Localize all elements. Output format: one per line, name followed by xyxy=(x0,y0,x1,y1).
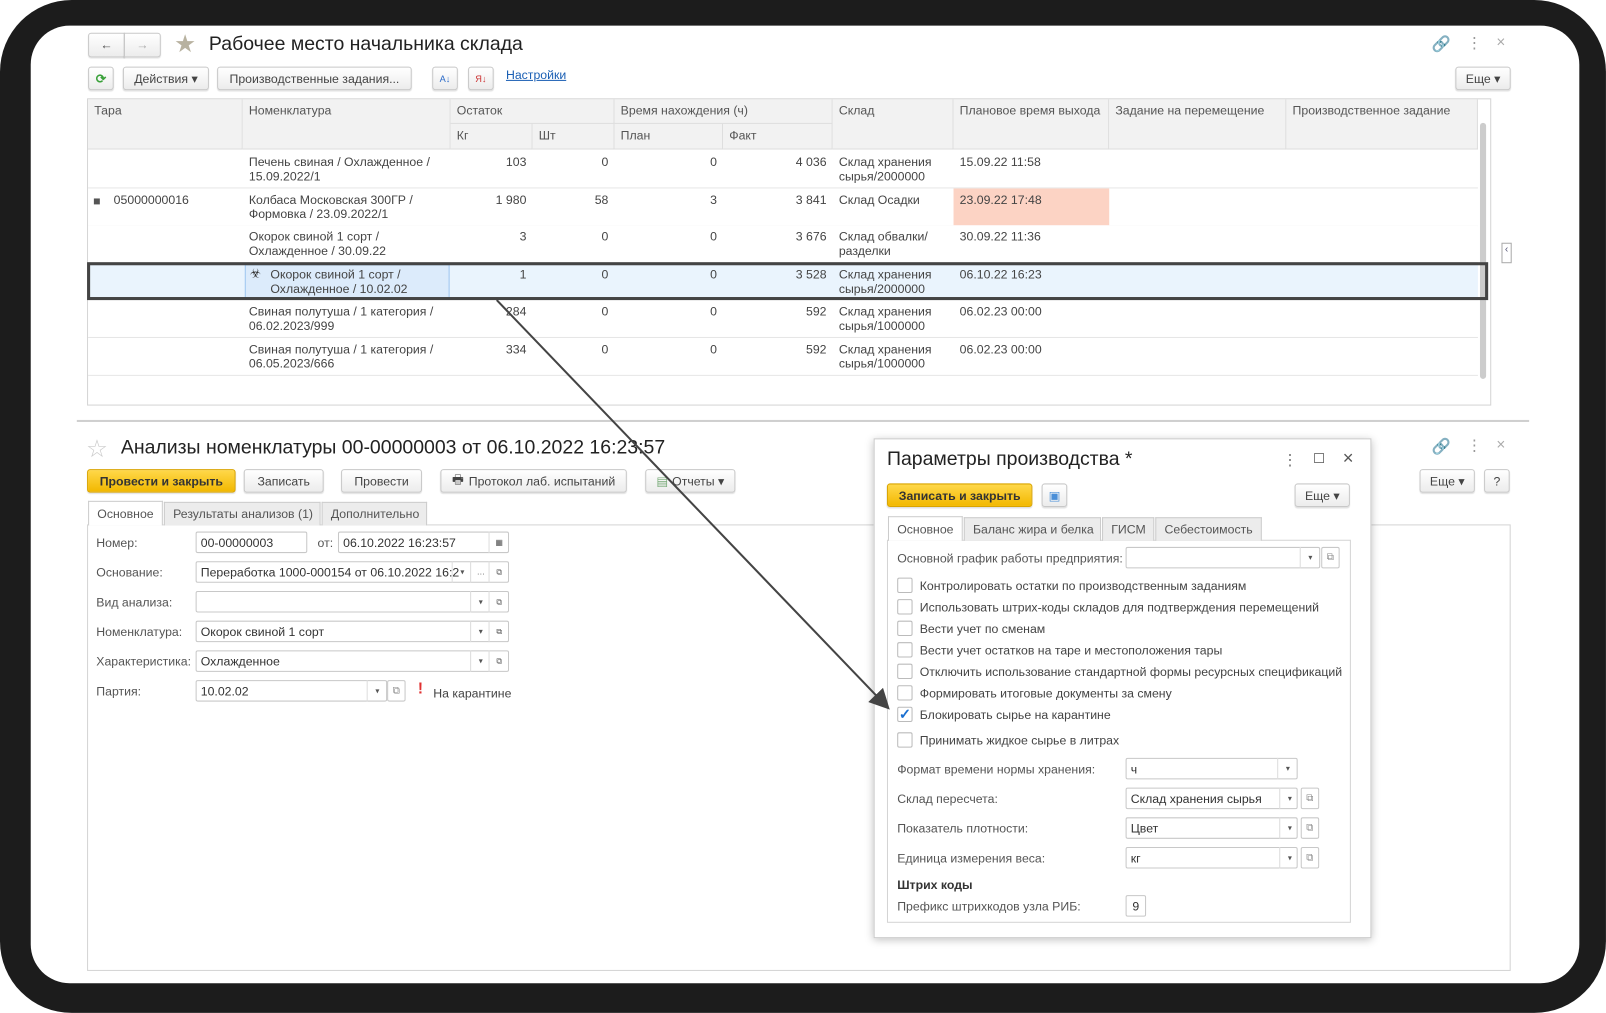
callout-arrow xyxy=(495,299,890,710)
